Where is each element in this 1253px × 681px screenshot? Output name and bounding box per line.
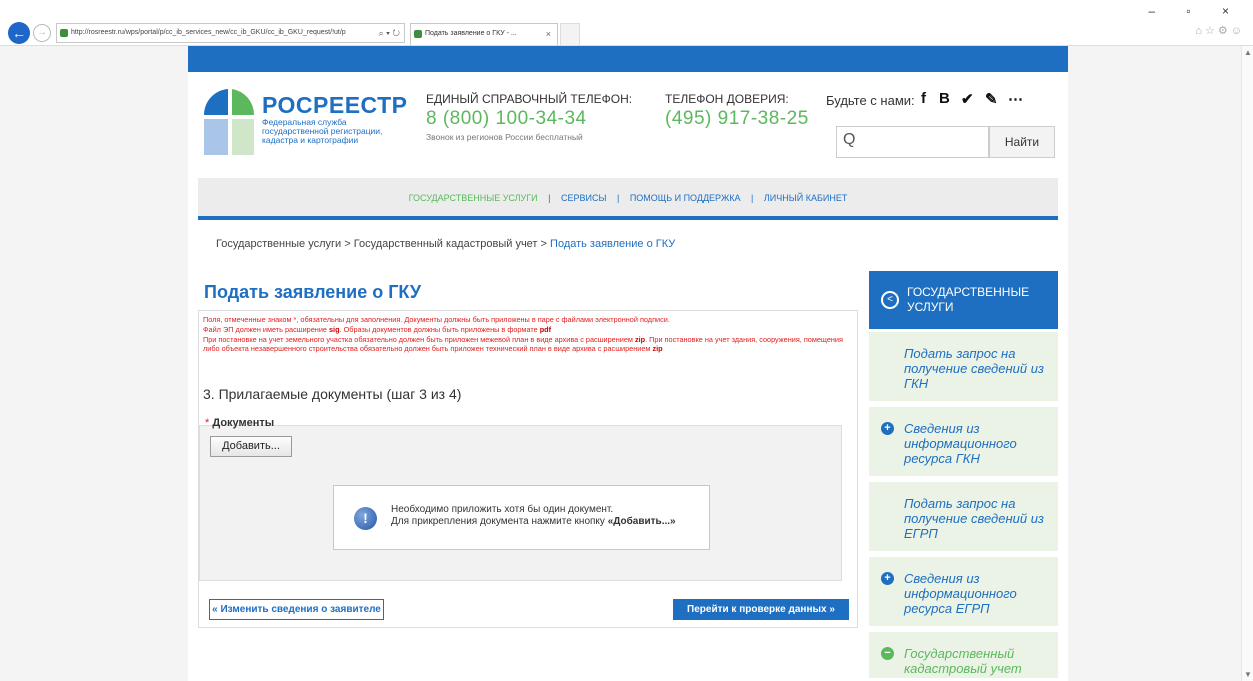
search-button[interactable]: Найти: [989, 126, 1055, 158]
plus-icon[interactable]: +: [881, 422, 894, 435]
page: РОСРЕЕСТР Федеральная служба государстве…: [188, 46, 1068, 681]
phone-label: ЕДИНЫЙ СПРАВОЧНЫЙ ТЕЛЕФОН:: [426, 92, 633, 106]
site-favicon-icon: [60, 29, 68, 37]
logo-title[interactable]: РОСРЕЕСТР: [262, 92, 408, 119]
scroll-up-icon[interactable]: ▲: [1244, 48, 1252, 57]
breadcrumb-separator: >: [540, 238, 547, 250]
sidebar-item-gkn-request[interactable]: Подать запрос на получение сведений из Г…: [869, 332, 1058, 404]
breadcrumb-item[interactable]: Государственные услуги: [216, 238, 341, 250]
info-icon: !: [354, 507, 377, 530]
sidebar-item-label: Подать запрос на получение сведений из Е…: [904, 496, 1044, 541]
sidebar-item-egrp-request[interactable]: Подать запрос на получение сведений из Е…: [869, 482, 1058, 554]
address-url: http://rosreestr.ru/wps/portal/p/cc_ib_s…: [71, 29, 346, 36]
logo-subtitle: Федеральная служба государственной регис…: [262, 117, 383, 145]
documents-fieldset: Добавить... ! Необходимо приложить хотя …: [199, 425, 842, 581]
notice-text: Необходимо приложить хотя бы один докуме…: [391, 504, 676, 527]
tab-close-icon[interactable]: ×: [546, 24, 551, 44]
phone-number: 8 (800) 100-34-34: [426, 108, 587, 129]
form-notes: Поля, отмеченные знаком *, обязательны д…: [203, 315, 853, 354]
rss-icon[interactable]: ⋯: [1008, 90, 1023, 108]
feedback-icon[interactable]: ✎: [985, 90, 998, 108]
sidebar-item-label: Государственный кадастровый учет: [904, 646, 1022, 676]
breadcrumb-current: Подать заявление о ГКУ: [550, 238, 676, 250]
trust-phone-number: (495) 917-38-25: [665, 108, 809, 129]
menu-separator: |: [751, 193, 754, 203]
vkontakte-icon[interactable]: B: [939, 90, 950, 107]
tab-favicon-icon: [414, 30, 422, 38]
window-controls[interactable]: – ▫ ×: [1148, 4, 1243, 18]
proceed-to-check-button[interactable]: Перейти к проверке данных »: [673, 599, 849, 620]
back-arrow-icon[interactable]: ←: [8, 22, 30, 44]
breadcrumb: Государственные услуги > Государственный…: [216, 238, 675, 250]
social-label: Будьте с нами:: [826, 93, 915, 108]
sidebar-item-label: Сведения из информационного ресурса ГКН: [904, 421, 1017, 466]
scroll-down-icon[interactable]: ▼: [1244, 670, 1252, 679]
menu-item-services[interactable]: СЕРВИСЫ: [561, 193, 606, 203]
browser-toolbar: ← → http://rosreestr.ru/wps/portal/p/cc_…: [0, 0, 1253, 46]
menu-item-gov-services[interactable]: ГОСУДАРСТВЕННЫЕ УСЛУГИ: [409, 193, 538, 203]
sidebar-item-label: Подать запрос на получение сведений из Г…: [904, 346, 1044, 391]
page-scrollbar[interactable]: ▲ ▼: [1241, 46, 1253, 681]
address-bar[interactable]: http://rosreestr.ru/wps/portal/p/cc_ib_s…: [56, 23, 405, 43]
menu-item-cabinet[interactable]: ЛИЧНЫЙ КАБИНЕТ: [764, 193, 847, 203]
documents-notice: ! Необходимо приложить хотя бы один доку…: [333, 485, 710, 550]
menu-separator: |: [616, 193, 620, 203]
trust-phone-label: ТЕЛЕФОН ДОВЕРИЯ:: [665, 92, 789, 106]
browser-toolbar-icons[interactable]: ⌂☆⚙☺: [1195, 24, 1245, 37]
facebook-icon[interactable]: f: [921, 90, 926, 107]
add-document-button[interactable]: Добавить...: [210, 436, 292, 457]
phone-note: Звонок из регионов России бесплатный: [426, 132, 583, 142]
chevron-left-icon[interactable]: <: [881, 291, 899, 309]
main-menu: ГОСУДАРСТВЕННЫЕ УСЛУГИ | СЕРВИСЫ | ПОМОЩ…: [198, 178, 1058, 220]
search-icon: Q: [843, 131, 856, 148]
note-line: При постановке на учет земельного участк…: [203, 334, 843, 354]
application-form: Поля, отмеченные знаком *, обязательны д…: [198, 310, 858, 628]
breadcrumb-item[interactable]: Государственный кадастровый учет: [354, 238, 538, 250]
sidebar-item-label: Сведения из информационного ресурса ЕГРП: [904, 571, 1017, 616]
forward-arrow-icon[interactable]: →: [33, 24, 51, 42]
required-mark: *: [205, 417, 210, 429]
sidebar-header[interactable]: < ГОСУДАРСТВЕННЫЕ УСЛУГИ: [869, 271, 1058, 329]
documents-label: * Документы: [205, 417, 275, 429]
menu-separator: |: [548, 193, 551, 203]
address-tools-icon[interactable]: ⌕ ▾ ↻: [379, 24, 400, 42]
sidebar-item-egrp-info[interactable]: + Сведения из информационного ресурса ЕГ…: [869, 557, 1058, 629]
rosreestr-logo-icon[interactable]: [200, 85, 256, 165]
search-input[interactable]: Q: [836, 126, 989, 158]
menu-item-help[interactable]: ПОМОЩЬ И ПОДДЕРЖКА: [630, 193, 741, 203]
new-tab-button[interactable]: [560, 23, 580, 45]
sidebar-item-gkn-info[interactable]: + Сведения из информационного ресурса ГК…: [869, 407, 1058, 479]
breadcrumb-separator: >: [344, 238, 351, 250]
page-title: Подать заявление о ГКУ: [204, 282, 422, 302]
browser-tab[interactable]: Подать заявление о ГКУ - ... ×: [410, 23, 558, 45]
edit-applicant-button[interactable]: « Изменить сведения о заявителе: [209, 599, 384, 620]
note-line: Поля, отмеченные знаком *, обязательны д…: [203, 315, 670, 324]
top-strip: [188, 46, 1068, 72]
step-title: 3. Прилагаемые документы (шаг 3 из 4): [203, 386, 462, 402]
sidebar-header-label: ГОСУДАРСТВЕННЫЕ УСЛУГИ: [907, 285, 1030, 314]
sidebar-item-cadastral[interactable]: − Государственный кадастровый учет: [869, 632, 1058, 681]
plus-icon[interactable]: +: [881, 572, 894, 585]
note-line: Файл ЭП должен иметь расширение sig. Обр…: [203, 324, 552, 334]
twitter-icon[interactable]: ✔: [961, 90, 974, 108]
tab-title: Подать заявление о ГКУ - ...: [425, 30, 517, 37]
minus-icon[interactable]: −: [881, 647, 894, 660]
